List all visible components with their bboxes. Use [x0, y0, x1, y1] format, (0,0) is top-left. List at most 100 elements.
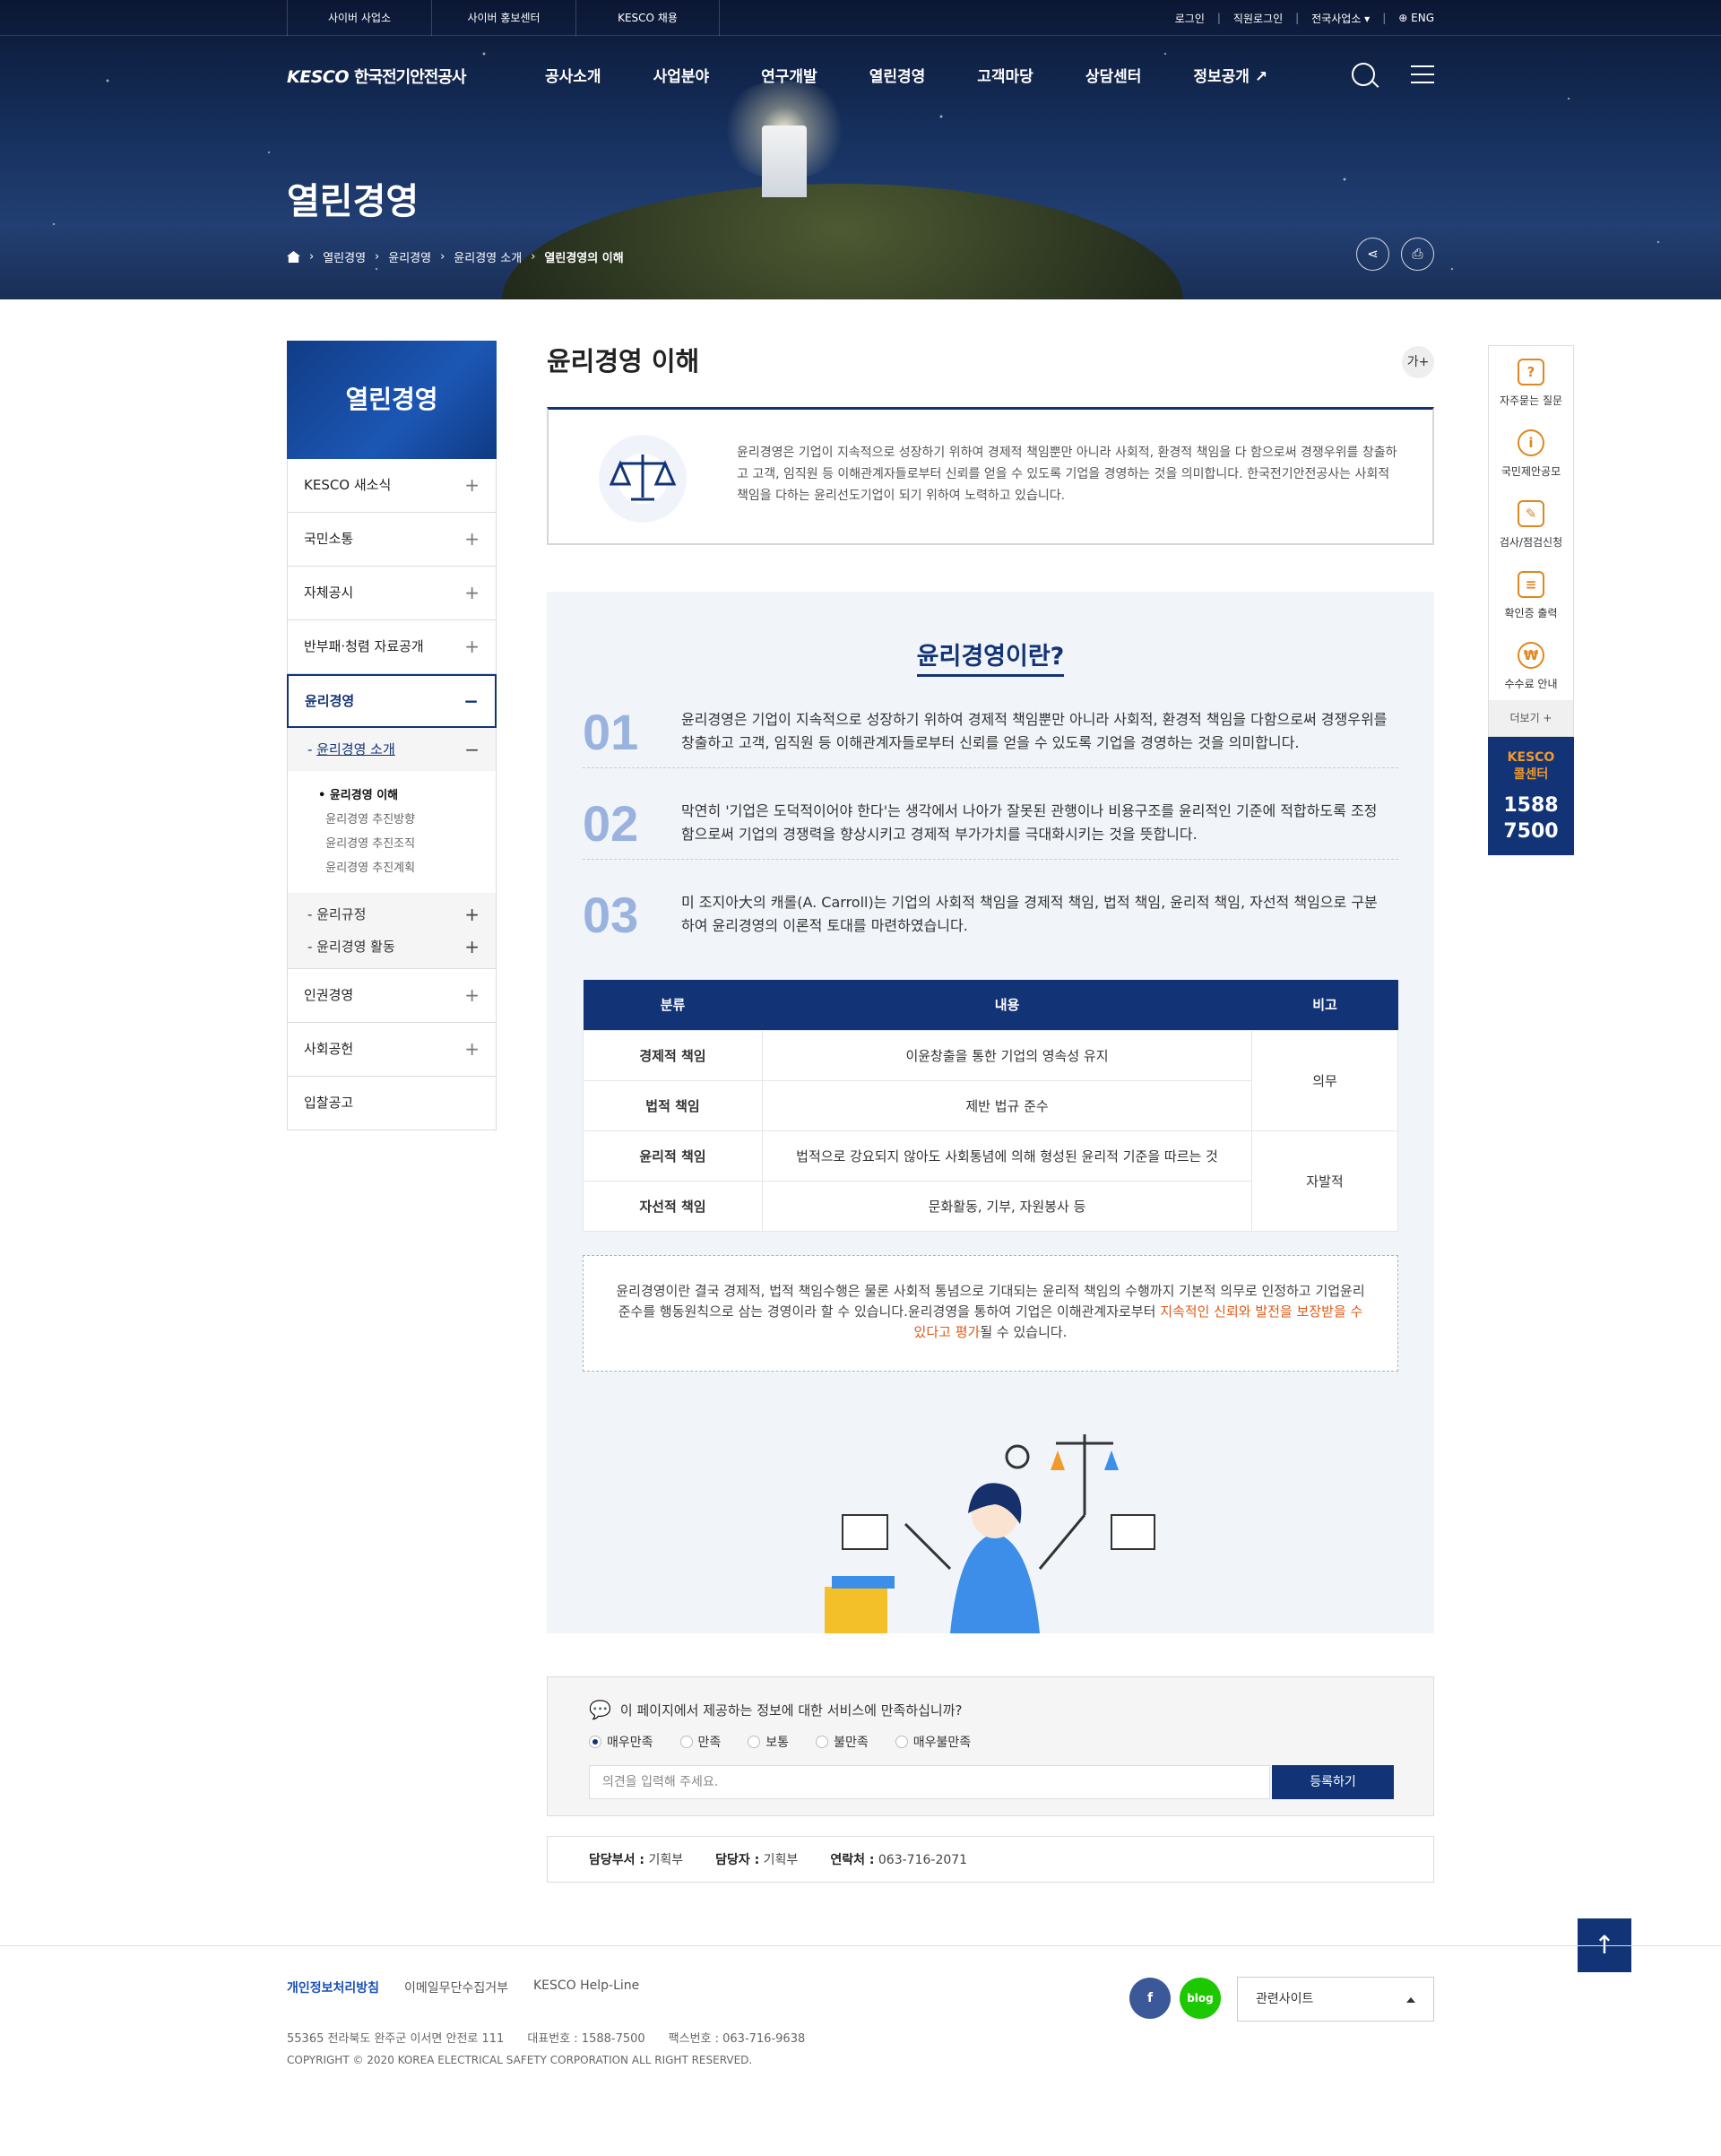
idea-icon: i: [1518, 429, 1544, 456]
won-icon: ₩: [1518, 642, 1544, 669]
top-utility-bar: 사이버 사업소 사이버 홍보센터 KESCO 채용 로그인 | 직원로그인 | 전국…: [0, 0, 1721, 36]
share-icon[interactable]: ⋖: [1356, 238, 1389, 271]
plus-icon: +: [464, 936, 480, 957]
lnb-sub3-organization[interactable]: 윤리경영 추진조직: [318, 832, 496, 856]
divider: [583, 767, 1398, 768]
quick-fee[interactable]: ₩ 수수료 안내: [1489, 629, 1573, 700]
lnb-item-news[interactable]: KESCO 새소식 +: [287, 459, 497, 513]
privacy-policy-link[interactable]: 개인정보처리방침: [287, 1978, 379, 1996]
copyright: COPYRIGHT © 2020 KOREA ELECTRICAL SAFETY…: [287, 2054, 753, 2066]
responsibility-table: 분류 내용 비고 경제적 책임 이윤창출을 통한 기업의 영속성 유지 의무 법적…: [583, 980, 1398, 1232]
ethics-definition-panel: 윤리경영이란? 01 윤리경영은 기업이 지속적으로 성장하기 위하여 경제적 책…: [547, 592, 1434, 1633]
minus-icon: −: [464, 739, 480, 760]
plus-icon: +: [464, 474, 480, 496]
lnb-sub-ethics-intro[interactable]: - 윤리경영 소개 −: [288, 728, 496, 771]
table-header: 비고: [1251, 980, 1398, 1030]
lnb-item-disclosure[interactable]: 자체공시 +: [287, 567, 497, 620]
wrench-icon: ✎: [1518, 500, 1544, 527]
menu-about[interactable]: 공사소개: [545, 64, 601, 86]
call-center: KESCO 콜센터 1588 7500: [1488, 737, 1574, 855]
quick-proposal[interactable]: i 국민제안공모: [1489, 417, 1573, 488]
breadcrumb-item[interactable]: 윤리경영 소개: [454, 248, 522, 265]
font-size-button[interactable]: 가+: [1402, 346, 1434, 378]
table-header: 내용: [762, 980, 1252, 1030]
menu-research[interactable]: 연구개발: [761, 64, 817, 86]
cyber-pr-center-link[interactable]: 사이버 홍보센터: [431, 0, 575, 36]
menu-information[interactable]: 정보공개 ↗: [1193, 64, 1267, 86]
lnb-item-human-rights[interactable]: 인권경영 +: [287, 969, 497, 1023]
menu-open-management[interactable]: 열린경영: [869, 64, 926, 86]
lnb-submenu: - 윤리경영 소개 − • 윤리경영 이해 윤리경영 추진방향 윤리경영 추진조직…: [287, 728, 497, 969]
radio-dissatisfied[interactable]: 불만족: [816, 1733, 869, 1751]
lnb-title: 열린경영: [287, 341, 497, 459]
helpline-link[interactable]: KESCO Help-Line: [533, 1978, 639, 1996]
branch-dropdown[interactable]: 전국사업소 ▾: [1311, 11, 1370, 26]
lnb-sub3-direction[interactable]: 윤리경영 추진방향: [318, 808, 496, 832]
plus-icon: +: [464, 1038, 480, 1060]
lnb-item-anticorruption[interactable]: 반부패·청렴 자료공개 +: [287, 620, 497, 674]
lnb-item-ethics[interactable]: 윤리경영 −: [287, 674, 497, 728]
lnb-item-communication[interactable]: 국민소통 +: [287, 513, 497, 567]
hero-title: 열린경영: [287, 181, 419, 222]
table-row: 경제적 책임 이윤창출을 통한 기업의 영속성 유지 의무: [583, 1029, 1398, 1131]
lnb-sub-ethics-activities[interactable]: - 윤리경영 활동 +: [288, 931, 496, 963]
plus-icon: +: [464, 528, 480, 550]
email-refusal-link[interactable]: 이메일무단수집거부: [404, 1978, 508, 1996]
main-content: 윤리경영 이해 가+ 윤리경영은 기업이 지속적으로 성장하기 위하여 경제적 …: [547, 341, 1434, 1883]
print-icon[interactable]: ⎙: [1401, 238, 1434, 271]
radio-very-dissatisfied[interactable]: 매우불만족: [895, 1733, 971, 1751]
eng-link[interactable]: ⊕ ENG: [1398, 12, 1434, 24]
survey-options: 매우만족 만족 보통 불만족 매우불만족: [589, 1733, 971, 1751]
breadcrumb-item[interactable]: 열린경영: [323, 248, 366, 265]
plus-icon: +: [464, 984, 480, 1006]
table-header: 분류: [583, 980, 763, 1030]
breadcrumb-item[interactable]: 윤리경영: [388, 248, 431, 265]
breadcrumb: › 열린경영 › 윤리경영 › 윤리경영 소개 › 열린경영의 이해: [287, 248, 624, 265]
kesco-recruit-link[interactable]: KESCO 채용: [575, 0, 720, 36]
lnb-item-social[interactable]: 사회공헌 +: [287, 1023, 497, 1077]
radio-neutral[interactable]: 보통: [748, 1733, 789, 1751]
globe-icon: ⊕: [1398, 12, 1408, 24]
summary-note: 윤리경영이란 결국 경제적, 법적 책임수행은 물론 사회적 통념으로 기대되는…: [583, 1255, 1398, 1372]
facebook-icon[interactable]: f: [1129, 1978, 1171, 2019]
quick-faq[interactable]: ? 자주묻는 질문: [1489, 346, 1573, 417]
hero-banner: 사이버 사업소 사이버 홍보센터 KESCO 채용 로그인 | 직원로그인 | 전국…: [0, 0, 1721, 299]
plus-icon: +: [464, 904, 480, 925]
lighthouse-image: [762, 126, 807, 197]
cyber-office-link[interactable]: 사이버 사업소: [287, 0, 431, 36]
related-sites-select[interactable]: 관련사이트: [1237, 1977, 1434, 2022]
page-title: 윤리경영 이해: [547, 346, 700, 377]
opinion-input[interactable]: 의견을 입력해 주세요.: [589, 1765, 1270, 1799]
page-manager-info: 담당부서 : 기획부 담당자 : 기획부 연락처 : 063-716-2071: [547, 1836, 1434, 1883]
submit-button[interactable]: 등록하기: [1272, 1765, 1394, 1799]
question-icon: ?: [1518, 359, 1544, 385]
radio-satisfied[interactable]: 만족: [679, 1733, 721, 1751]
survey-question: 💬 이 페이지에서 제공하는 정보에 대한 서비스에 만족하십니까?: [589, 1699, 963, 1720]
login-link[interactable]: 로그인: [1175, 11, 1205, 26]
blog-icon[interactable]: blog: [1180, 1978, 1221, 2019]
menu-business[interactable]: 사업분야: [653, 64, 710, 86]
home-icon[interactable]: [287, 251, 300, 263]
search-icon[interactable]: [1352, 63, 1375, 86]
intro-text: 윤리경영은 기업이 지속적으로 성장하기 위하여 경제적 책임뿐만 아니라 사회…: [737, 446, 1397, 503]
menu-customer[interactable]: 고객마당: [977, 64, 1033, 86]
lnb-sub3-plan[interactable]: 윤리경영 추진계획: [318, 856, 496, 880]
minus-icon: −: [463, 690, 479, 712]
quick-certificate[interactable]: ≡ 확인증 출력: [1489, 558, 1573, 629]
quick-more[interactable]: 더보기 +: [1489, 700, 1573, 736]
plus-icon: +: [464, 636, 480, 657]
section-title: 윤리경영이란?: [547, 636, 1434, 677]
menu-counsel[interactable]: 상담센터: [1085, 64, 1142, 86]
scale-icon: [599, 435, 687, 523]
hamburger-menu-icon[interactable]: [1411, 65, 1434, 83]
quick-inspection[interactable]: ✎ 검사/점검신청: [1489, 488, 1573, 558]
radio-very-satisfied[interactable]: 매우만족: [589, 1733, 653, 1751]
kesco-logo[interactable]: KESCO 한국전기안전공사: [287, 65, 466, 88]
staff-login-link[interactable]: 직원로그인: [1233, 11, 1283, 26]
lnb-sub3-understanding[interactable]: • 윤리경영 이해: [318, 784, 496, 808]
breadcrumb-current[interactable]: 열린경영의 이해: [544, 248, 623, 265]
lnb-item-bid[interactable]: 입찰공고: [287, 1077, 497, 1130]
chat-icon: 💬: [589, 1699, 611, 1720]
lnb-sub-ethics-rules[interactable]: - 윤리규정 +: [288, 898, 496, 931]
document-icon: ≡: [1518, 571, 1544, 598]
